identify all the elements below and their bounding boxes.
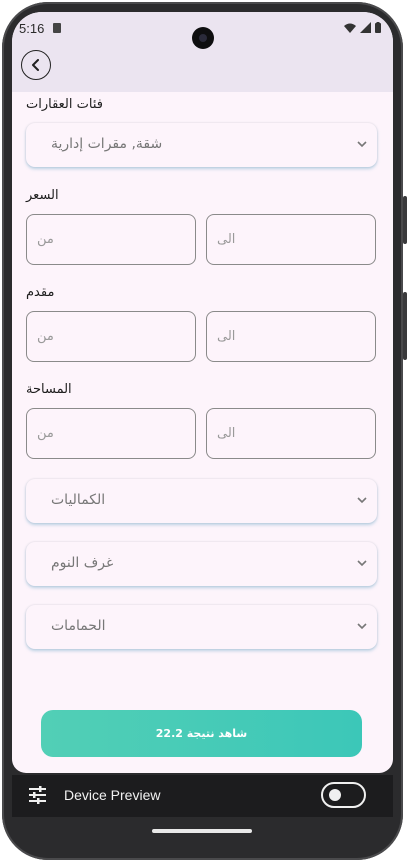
chevron-down-icon: [357, 623, 367, 630]
sliders-icon[interactable]: [28, 786, 47, 804]
toggle-knob: [329, 789, 341, 801]
back-button[interactable]: [21, 50, 51, 80]
property-categories-value: شقة, مقرات إدارية: [51, 136, 163, 152]
chevron-down-icon: [357, 141, 367, 148]
bedrooms-value: غرف النوم: [51, 555, 114, 571]
area-from-field[interactable]: [26, 408, 196, 459]
show-results-button[interactable]: شاهد نتيجة 22.2: [41, 710, 362, 757]
status-icons: [344, 22, 381, 33]
price-from-input[interactable]: [27, 215, 195, 264]
down-payment-from-field[interactable]: [26, 311, 196, 362]
amenities-value: الكماليات: [51, 492, 106, 508]
amenities-dropdown[interactable]: الكماليات: [26, 479, 377, 523]
chevron-down-icon: [357, 497, 367, 504]
status-time: 5:16: [19, 21, 45, 36]
chevron-left-icon: [32, 59, 39, 71]
device-preview-toggle[interactable]: [321, 782, 366, 808]
chevron-down-icon: [357, 560, 367, 567]
area-to-input[interactable]: [207, 409, 375, 458]
price-to-field[interactable]: [206, 214, 376, 265]
property-categories-dropdown[interactable]: شقة, مقرات إدارية: [26, 123, 377, 167]
price-from-field[interactable]: [26, 214, 196, 265]
status-bar: 5:16: [12, 12, 393, 49]
property-categories-label: فئات العقارات: [26, 97, 103, 112]
wifi-icon: [344, 23, 356, 33]
battery-icon: [375, 22, 381, 33]
price-label: السعر: [26, 188, 59, 203]
app-screen: 5:16 فئات العقارات شقة, مقرات إدارية الس…: [12, 12, 393, 773]
signal-icon: [360, 22, 371, 33]
area-from-input[interactable]: [27, 409, 195, 458]
bathrooms-dropdown[interactable]: الحمامات: [26, 605, 377, 649]
show-results-label: شاهد نتيجة 22.2: [155, 727, 248, 740]
sim-icon: [53, 23, 61, 33]
area-label: المساحة: [26, 382, 72, 397]
bathrooms-value: الحمامات: [51, 618, 106, 634]
home-indicator[interactable]: [152, 829, 252, 833]
down-payment-to-field[interactable]: [206, 311, 376, 362]
down-payment-label: مقدم: [26, 285, 55, 300]
down-payment-to-input[interactable]: [207, 312, 375, 361]
device-preview-label: Device Preview: [64, 787, 161, 803]
down-payment-from-input[interactable]: [27, 312, 195, 361]
area-to-field[interactable]: [206, 408, 376, 459]
app-bar: 5:16: [12, 12, 393, 92]
bedrooms-dropdown[interactable]: غرف النوم: [26, 542, 377, 586]
price-to-input[interactable]: [207, 215, 375, 264]
volume-button: [403, 196, 407, 244]
device-preview-bar: Device Preview: [12, 775, 393, 817]
camera-cutout: [192, 27, 214, 49]
power-button: [403, 292, 407, 360]
